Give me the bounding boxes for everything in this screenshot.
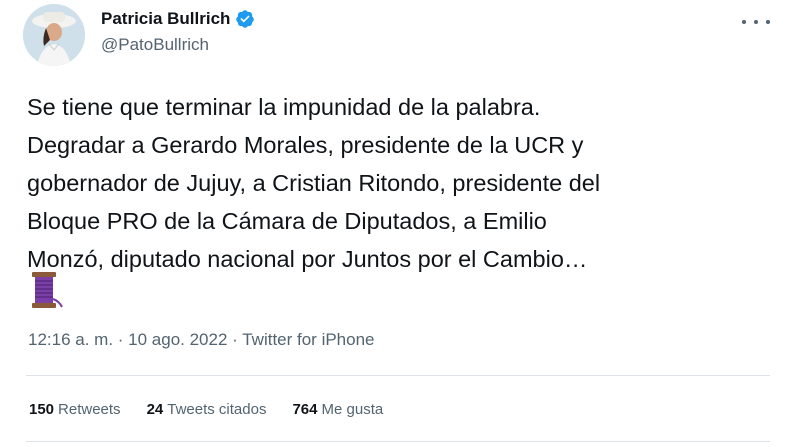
avatar[interactable] — [23, 4, 85, 66]
more-dot — [766, 20, 770, 24]
retweets-stat[interactable]: 150 Retweets — [29, 401, 121, 418]
tweet-card: Patricia Bullrich @PatoBullrich Se tiene… — [0, 0, 790, 447]
author-name[interactable]: Patricia Bullrich — [101, 9, 230, 29]
divider — [26, 441, 770, 442]
retweets-label: Retweets — [58, 401, 121, 418]
more-dot — [754, 20, 758, 24]
more-options-icon[interactable] — [742, 12, 770, 32]
quotes-label: Tweets citados — [167, 401, 267, 418]
tweet-text: Se tiene que terminar la impunidad de la… — [27, 94, 601, 272]
author-row: Patricia Bullrich — [101, 9, 255, 29]
retweets-count: 150 — [29, 401, 55, 418]
likes-label: Me gusta — [321, 401, 384, 418]
likes-count: 764 — [292, 401, 318, 418]
quotes-count: 24 — [146, 401, 164, 418]
divider — [26, 375, 770, 376]
engagement-stats: 150 Retweets 24 Tweets citados 764 Me gusta — [29, 401, 409, 418]
tweet-metadata[interactable]: 12:16 a. m. · 10 ago. 2022 · Twitter for… — [28, 330, 375, 350]
quotes-stat[interactable]: 24 Tweets citados — [147, 401, 267, 418]
more-dot — [742, 20, 746, 24]
author-handle[interactable]: @PatoBullrich — [101, 35, 209, 55]
thread-emoji-icon — [28, 270, 64, 310]
likes-stat[interactable]: 764 Me gusta — [292, 401, 383, 418]
verified-badge-icon — [235, 9, 255, 29]
